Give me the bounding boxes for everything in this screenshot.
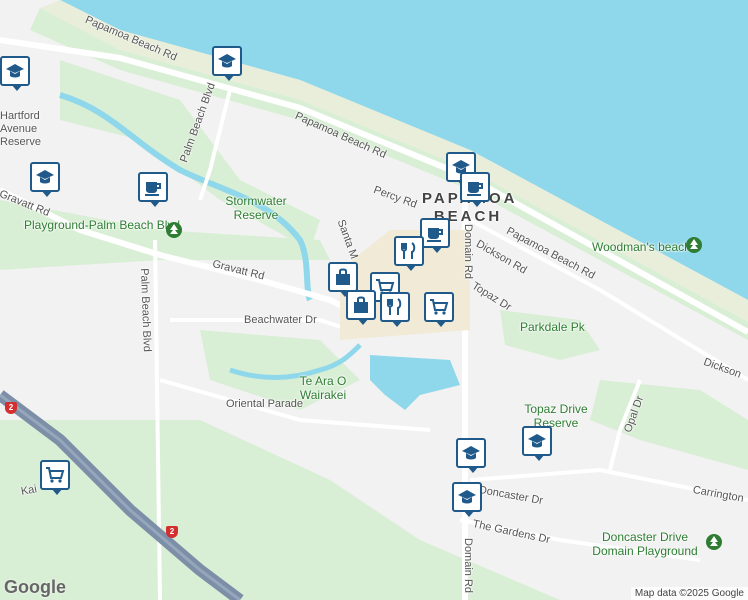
poi-pin-school[interactable] — [0, 56, 34, 92]
domain-rd-label: Domain Rd — [462, 538, 474, 594]
route-shield: 2 — [5, 402, 17, 414]
poi-pin-school[interactable] — [30, 162, 64, 198]
domain-rd-label: Domain Rd — [462, 224, 474, 280]
parkdale-pk-label: Parkdale Pk — [520, 320, 585, 334]
beachwater-dr-label: Beachwater Dr — [244, 314, 317, 326]
school-icon — [458, 490, 476, 504]
poi-pin-school[interactable] — [522, 426, 556, 462]
coffee-cup-icon — [467, 182, 483, 196]
restaurant-icon — [401, 242, 416, 259]
google-logo: Google — [4, 577, 66, 597]
park-area — [500, 310, 600, 360]
poi-pin-cafe[interactable] — [460, 172, 494, 208]
school-icon — [218, 54, 236, 68]
school-icon — [6, 64, 24, 78]
poi-pin-supermarket[interactable] — [40, 460, 74, 496]
poi-pin-supermarket[interactable] — [424, 292, 458, 328]
poi-pin-school[interactable] — [452, 482, 486, 518]
park-tree-icon[interactable] — [166, 222, 182, 238]
poi-pin-restaurant[interactable] — [380, 292, 414, 328]
park-tree-icon[interactable] — [686, 237, 702, 253]
doncaster-playground-label: Doncaster Drive Domain Playground — [592, 530, 698, 558]
stormwater-reserve-label: Stormwater Reserve — [225, 194, 287, 222]
school-icon — [36, 170, 54, 184]
school-icon — [528, 434, 546, 448]
coffee-cup-icon — [427, 228, 443, 242]
shopping-cart-icon — [46, 467, 65, 483]
poi-pin-cafe[interactable] — [138, 172, 172, 208]
park-tree-icon[interactable] — [706, 534, 722, 550]
shopping-bag-icon — [354, 296, 368, 313]
oriental-parade-label: Oriental Parade — [226, 398, 304, 410]
poi-pin-restaurant[interactable] — [394, 236, 428, 272]
route-shield: 2 — [166, 526, 178, 538]
restaurant-icon — [387, 298, 402, 315]
shopping-bag-icon — [336, 268, 350, 285]
poi-pin-school[interactable] — [212, 46, 246, 82]
hartford-avenue-reserve-label: Hartford Avenue Reserve — [0, 110, 41, 148]
waterway — [370, 355, 460, 410]
poi-pin-school[interactable] — [456, 438, 490, 474]
playground-label: Playground-Palm Beach Blvd — [24, 218, 181, 232]
school-icon — [462, 446, 480, 460]
coffee-cup-icon — [145, 182, 161, 196]
poi-pin-shopping[interactable] — [346, 290, 380, 326]
woodmans-beach-label: Woodman's beach — [592, 240, 691, 254]
map-attribution[interactable]: Map data ©2025 Google — [630, 587, 748, 600]
shopping-cart-icon — [430, 299, 449, 315]
